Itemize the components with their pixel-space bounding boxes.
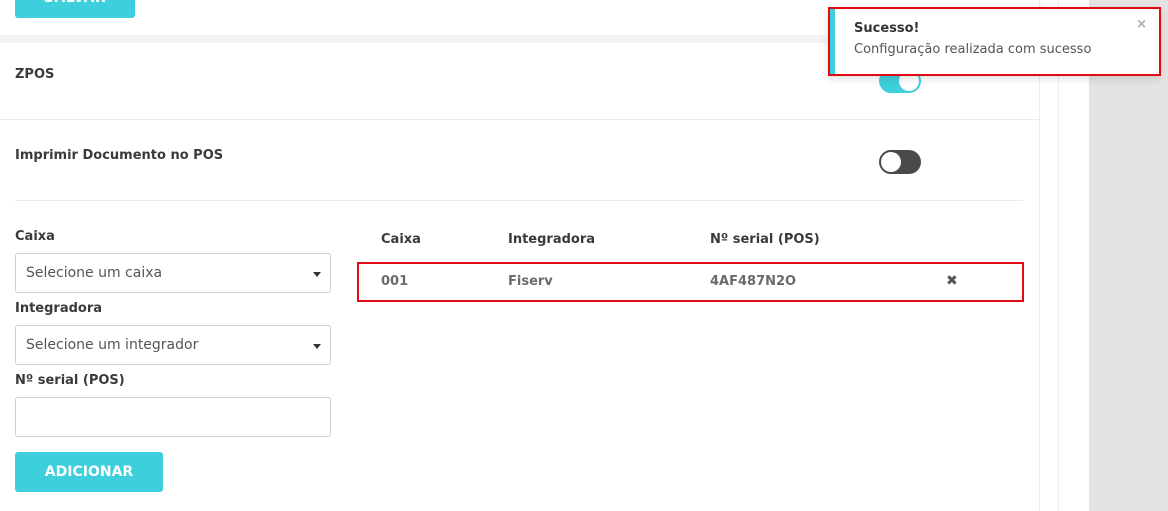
toast-accent	[830, 9, 835, 74]
toast-title: Sucesso!	[854, 21, 920, 36]
close-icon[interactable]: ✖	[946, 273, 958, 289]
caixa-select-placeholder: Selecione um caixa	[26, 265, 163, 281]
table-row	[357, 262, 1024, 302]
toggle-knob	[881, 152, 901, 172]
imprimir-toggle[interactable]	[879, 150, 921, 174]
integradora-label: Integradora	[15, 301, 103, 316]
right-background	[1089, 0, 1168, 511]
cell-integradora: Fiserv	[508, 274, 553, 289]
integradora-select[interactable]: Selecione um integrador	[15, 325, 331, 365]
table-header-caixa: Caixa	[381, 232, 421, 247]
serial-input[interactable]	[15, 397, 331, 437]
add-button[interactable]: ADICIONAR	[15, 452, 163, 492]
save-button[interactable]: SALVAR	[15, 0, 135, 18]
divider	[1039, 0, 1040, 511]
close-icon[interactable]: ×	[1136, 17, 1147, 32]
divider	[0, 119, 1039, 120]
serial-label: Nº serial (POS)	[15, 373, 125, 388]
caixa-select[interactable]: Selecione um caixa	[15, 253, 331, 293]
zpos-label: ZPOS	[15, 67, 55, 82]
right-gutter	[1040, 0, 1089, 511]
chevron-down-icon	[313, 272, 321, 277]
divider	[1058, 0, 1059, 511]
table-header-integradora: Integradora	[508, 232, 596, 247]
table-header-serial: Nº serial (POS)	[710, 232, 820, 247]
imprimir-label: Imprimir Documento no POS	[15, 148, 224, 163]
cell-caixa: 001	[381, 274, 409, 289]
chevron-down-icon	[313, 344, 321, 349]
success-toast: Sucesso! Configuração realizada com suce…	[828, 7, 1161, 76]
integradora-select-placeholder: Selecione um integrador	[26, 337, 199, 353]
cell-serial: 4AF487N2O	[710, 274, 797, 289]
divider	[15, 200, 1023, 201]
toast-message: Configuração realizada com sucesso	[854, 42, 1092, 57]
caixa-label: Caixa	[15, 229, 55, 244]
